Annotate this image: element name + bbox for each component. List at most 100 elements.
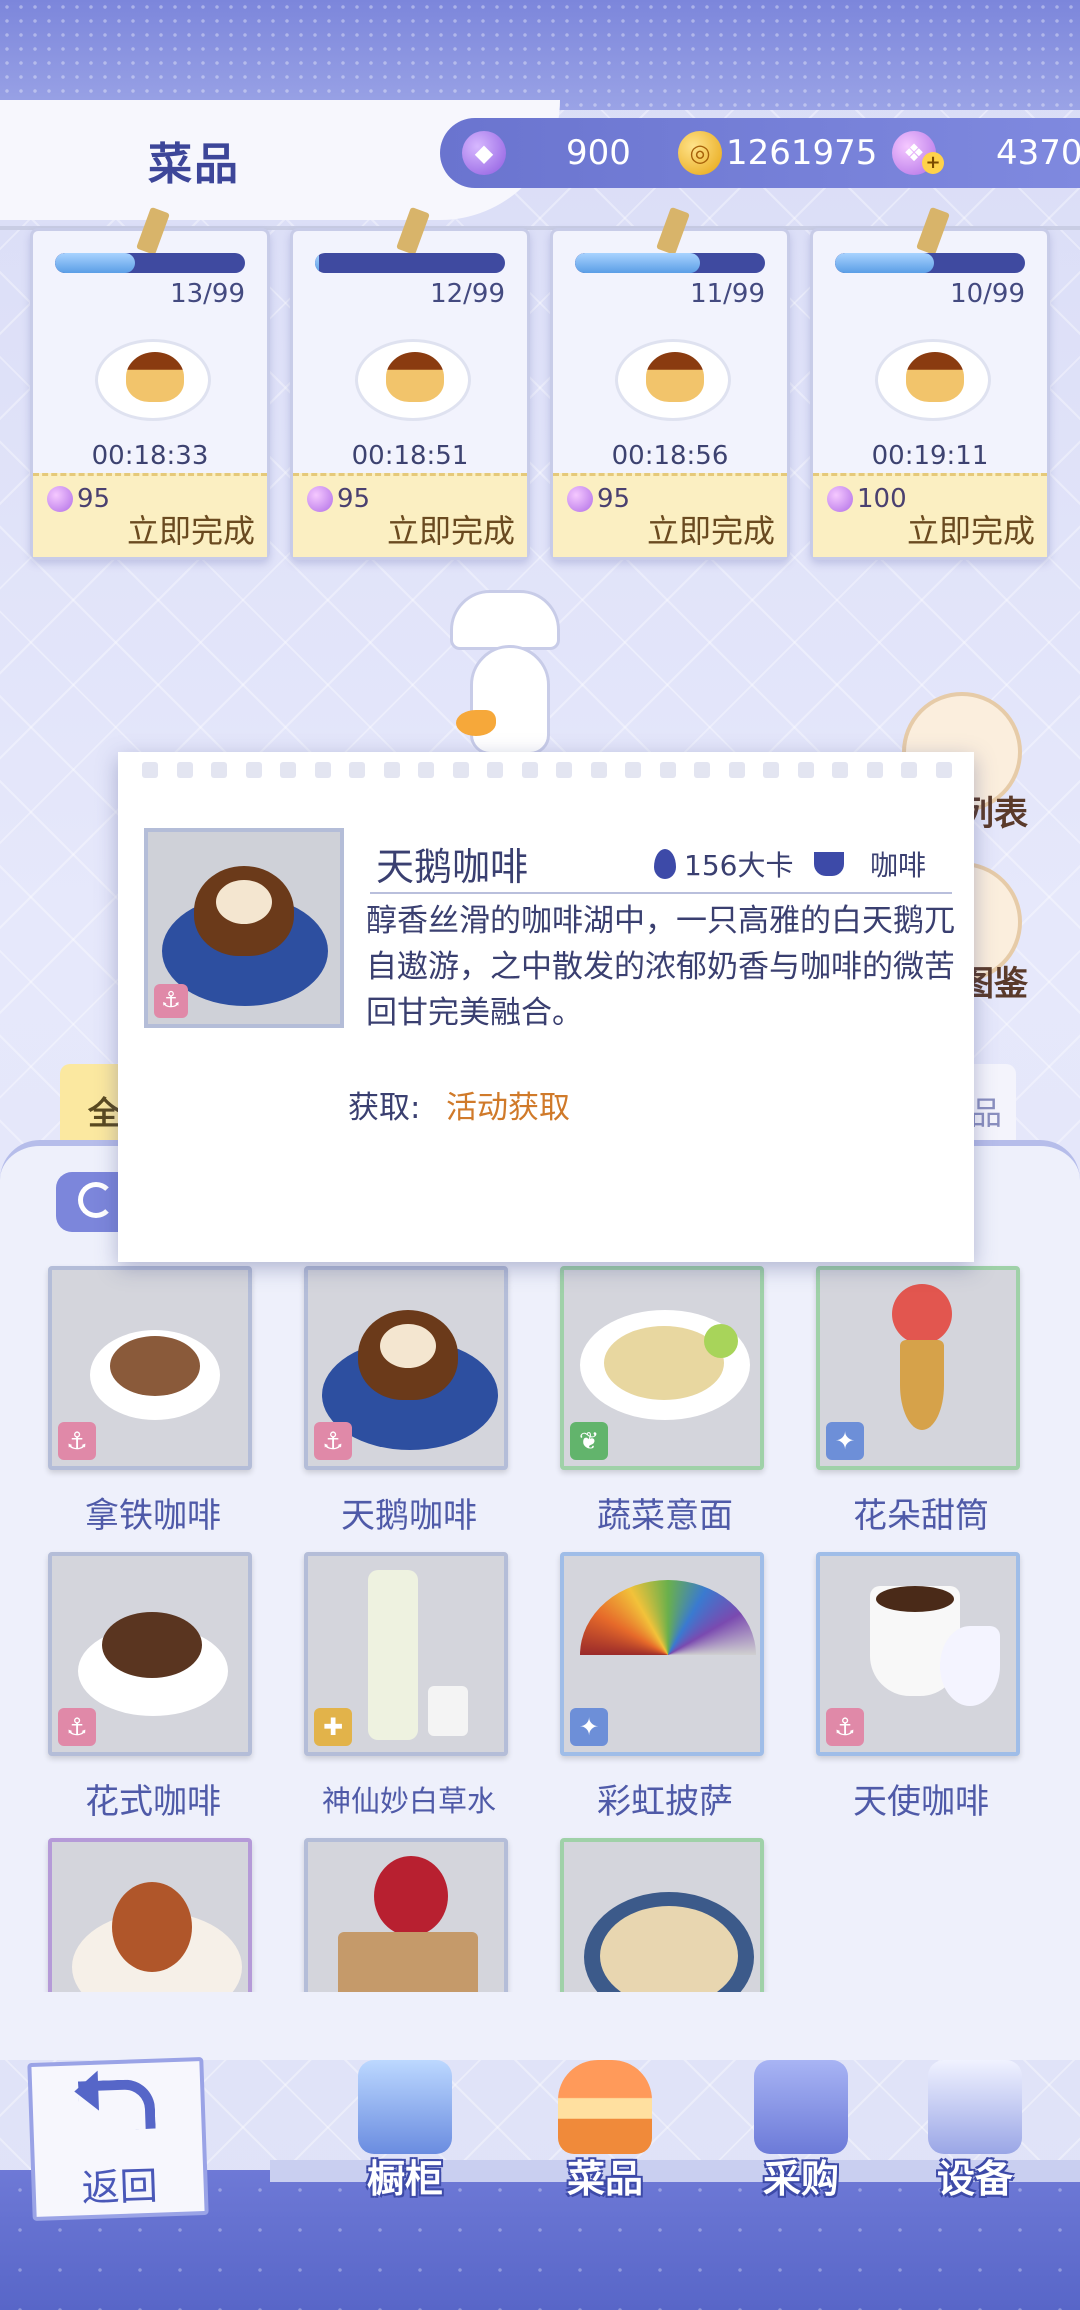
dish-thumbnail: ⚓	[304, 1266, 508, 1470]
nav-label: 菜品	[566, 2157, 643, 2201]
back-arrow-icon	[77, 2078, 156, 2132]
slot-timer: 00:19:11	[871, 441, 989, 471]
dish-name: 拿铁咖啡	[85, 1496, 221, 1536]
slot-timer: 00:18:56	[611, 441, 729, 471]
anchor-icon: ⚓	[314, 1422, 352, 1460]
dish-thumbnail	[304, 1838, 508, 1992]
bulb-icon: ✦	[826, 1422, 864, 1460]
dish-name: 蔬菜意面	[597, 1496, 733, 1536]
swan-crystal-icon	[827, 486, 853, 512]
refresh-icon	[78, 1182, 114, 1218]
dish-thumbnail: ⚓	[48, 1266, 252, 1470]
slot-cost: 95	[307, 484, 370, 514]
pudding-icon	[95, 339, 211, 421]
progress-fill	[315, 253, 319, 273]
dish-info-popup: ⚓ 天鹅咖啡 156大卡 咖啡 醇香丝滑的咖啡湖中，一只高雅的白天鹅兀自遨游，之…	[118, 752, 974, 1262]
back-label: 返回	[80, 2163, 159, 2211]
anchor-icon: ⚓	[58, 1708, 96, 1746]
cooking-slot[interactable]: 11/99 00:18:56 95 立即完成	[550, 206, 790, 560]
dish-name: 天鹅咖啡	[341, 1496, 477, 1536]
progress-bar	[55, 253, 245, 273]
nav-equipment[interactable]: 设备	[900, 2060, 1050, 2210]
dish-grid: ⚓ 拿铁咖啡 ⚓ 天鹅咖啡 ❦ 蔬菜意面 ✦ 花朵甜筒 ⚓ 花式咖啡 ✚ 神仙妙…	[0, 1262, 1080, 1992]
drink-cabinet-icon	[358, 2060, 452, 2154]
coffee-cup-icon	[814, 852, 844, 876]
cost-value: 100	[857, 484, 907, 514]
slot-timer: 00:18:51	[351, 441, 469, 471]
header: 菜品 ◆ 900 ◎ 1261975 ❖ + 4370	[0, 100, 1080, 220]
nav-label: 设备	[936, 2157, 1013, 2201]
finish-now-button[interactable]: 立即完成	[127, 506, 255, 552]
progress-bar	[315, 253, 505, 273]
slot-count: 10/99	[950, 279, 1025, 309]
slot-cost: 100	[827, 484, 907, 514]
slot-footer: 95 立即完成	[293, 473, 527, 557]
dish-name: 花朵甜筒	[853, 1496, 989, 1536]
calories: 156大卡	[654, 844, 793, 884]
currency-swan[interactable]: ❖ + 4370	[892, 126, 1080, 180]
back-button[interactable]: 返回	[27, 2056, 209, 2222]
progress-bar	[835, 253, 1025, 273]
nav-label: 采购	[762, 2157, 839, 2201]
dish-name: 神仙妙白草水	[321, 1784, 496, 1818]
add-currency-icon[interactable]: +	[922, 152, 944, 174]
dish-thumbnail	[48, 1838, 252, 1992]
finish-now-button[interactable]: 立即完成	[647, 506, 775, 552]
dish-thumbnail: ⚓	[816, 1552, 1020, 1756]
anchor-icon: ⚓	[154, 984, 188, 1018]
currency-coin[interactable]: ◎ 1261975	[678, 126, 877, 180]
shopping-bag-icon	[754, 2060, 848, 2154]
progress-fill	[55, 253, 135, 273]
source-label: 获取:	[348, 1090, 421, 1126]
dish-thumbnail: ✦	[560, 1552, 764, 1756]
slot-count: 13/99	[170, 279, 245, 309]
coin-value: 1261975	[726, 133, 878, 173]
swan-crystal-icon	[47, 486, 73, 512]
nav-cabinet[interactable]: 橱柜	[330, 2060, 480, 2210]
cost-value: 95	[337, 484, 371, 514]
cooking-slot[interactable]: 12/99 00:18:51 95 立即完成	[290, 206, 530, 560]
dish-thumbnail	[560, 1838, 764, 1992]
bulb-icon: ✦	[570, 1708, 608, 1746]
swan-value: 4370	[996, 133, 1080, 173]
dish-thumbnail: ❦	[560, 1266, 764, 1470]
puzzle-icon: ✚	[314, 1708, 352, 1746]
dish-name: 花式咖啡	[85, 1782, 221, 1822]
dish-image: ⚓	[144, 828, 344, 1028]
cooking-slot[interactable]: 13/99 00:18:33 95 立即完成	[30, 206, 270, 560]
slot-count: 12/99	[430, 279, 505, 309]
anchor-icon: ⚓	[826, 1708, 864, 1746]
chef-goose-mascot	[440, 590, 580, 760]
slot-timer: 00:18:33	[91, 441, 209, 471]
flame-icon	[654, 849, 676, 879]
dish-category: 咖啡	[814, 844, 926, 884]
dish-thumbnail: ✦	[816, 1266, 1020, 1470]
purple-gem-icon: ◆	[462, 131, 506, 175]
bottom-nav: 返回 橱柜 菜品 采购 设备	[0, 2056, 1080, 2310]
gold-coin-icon: ◎	[678, 131, 722, 175]
anchor-icon: ⚓	[58, 1422, 96, 1460]
leaf-icon: ❦	[570, 1422, 608, 1460]
notebook-holes	[142, 762, 952, 782]
pudding-icon	[615, 339, 731, 421]
swan-crystal-icon	[567, 486, 593, 512]
slot-footer: 95 立即完成	[33, 473, 267, 557]
slot-cost: 95	[567, 484, 630, 514]
progress-fill	[575, 253, 701, 273]
cooking-slot[interactable]: 10/99 00:19:11 100 立即完成	[810, 206, 1050, 560]
dish-thumbnail: ⚓	[48, 1552, 252, 1756]
nav-dishes[interactable]: 菜品	[530, 2060, 680, 2210]
slot-count: 11/99	[690, 279, 765, 309]
finish-now-button[interactable]: 立即完成	[907, 506, 1035, 552]
dish-name: 天使咖啡	[853, 1782, 989, 1822]
currency-gem[interactable]: ◆ 900	[462, 126, 631, 180]
nav-label: 橱柜	[366, 2157, 443, 2201]
finish-now-button[interactable]: 立即完成	[387, 506, 515, 552]
dish-name: 彩虹披萨	[597, 1782, 733, 1822]
progress-bar	[575, 253, 765, 273]
nav-purchase[interactable]: 采购	[726, 2060, 876, 2210]
burger-icon	[558, 2060, 652, 2154]
source-value: 活动获取	[446, 1090, 570, 1126]
currency-bar: ◆ 900 ◎ 1261975 ❖ + 4370	[440, 118, 1080, 188]
progress-fill	[835, 253, 934, 273]
